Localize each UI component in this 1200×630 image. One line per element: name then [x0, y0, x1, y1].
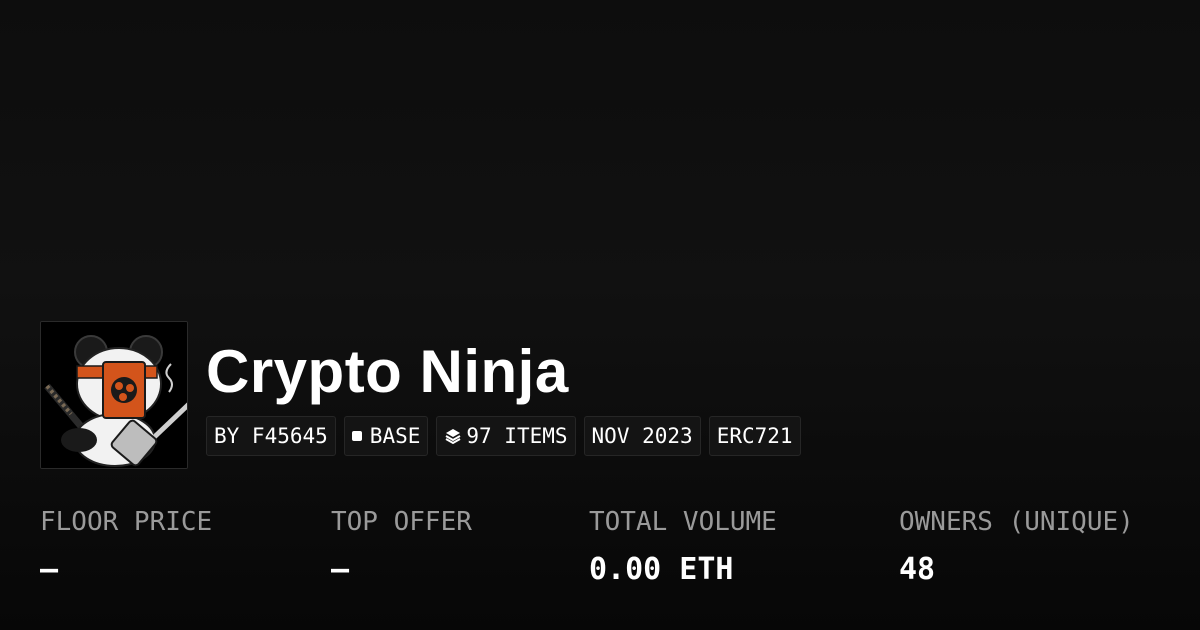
collection-header: Crypto Ninja BY F45645 BASE 97 ITEMS NOV… — [40, 321, 801, 469]
chain-square-icon — [351, 431, 362, 441]
creator-label: BY F45645 — [214, 424, 328, 448]
chain-label: BASE — [369, 424, 421, 448]
top-offer-label: TOP OFFER — [331, 507, 472, 537]
collection-info: Crypto Ninja BY F45645 BASE 97 ITEMS NOV… — [206, 321, 801, 456]
collection-stats: FLOOR PRICE – TOP OFFER – TOTAL VOLUME 0… — [0, 502, 1200, 602]
creator-tag[interactable]: BY F45645 — [206, 416, 336, 456]
floor-price-label: FLOOR PRICE — [40, 507, 213, 537]
date-tag: NOV 2023 — [583, 416, 701, 456]
floor-price-stat: FLOOR PRICE – — [40, 502, 212, 592]
date-label: NOV 2023 — [591, 424, 693, 448]
owners-label: OWNERS (UNIQUE) — [899, 507, 1134, 537]
collection-avatar[interactable] — [40, 321, 188, 469]
layers-icon — [444, 427, 462, 445]
total-volume-value: 0.00 ETH — [589, 552, 734, 587]
owners-value: 48 — [899, 552, 936, 587]
standard-label: ERC721 — [716, 424, 793, 448]
top-offer-stat: TOP OFFER – — [331, 502, 472, 592]
items-tag[interactable]: 97 ITEMS — [436, 416, 576, 456]
collection-tags: BY F45645 BASE 97 ITEMS NOV 2023 ERC721 — [206, 416, 801, 456]
owners-stat: OWNERS (UNIQUE) 48 — [899, 502, 1134, 592]
collection-title: Crypto Ninja — [206, 338, 569, 405]
standard-tag: ERC721 — [708, 416, 801, 456]
total-volume-label: TOTAL VOLUME — [589, 507, 777, 537]
top-offer-value: – — [331, 552, 350, 587]
floor-price-value: – — [40, 552, 59, 587]
panda-ninja-avatar-icon — [41, 322, 187, 468]
items-label: 97 ITEMS — [466, 424, 568, 448]
chain-tag[interactable]: BASE — [343, 416, 429, 456]
total-volume-stat: TOTAL VOLUME 0.00 ETH — [589, 502, 777, 592]
